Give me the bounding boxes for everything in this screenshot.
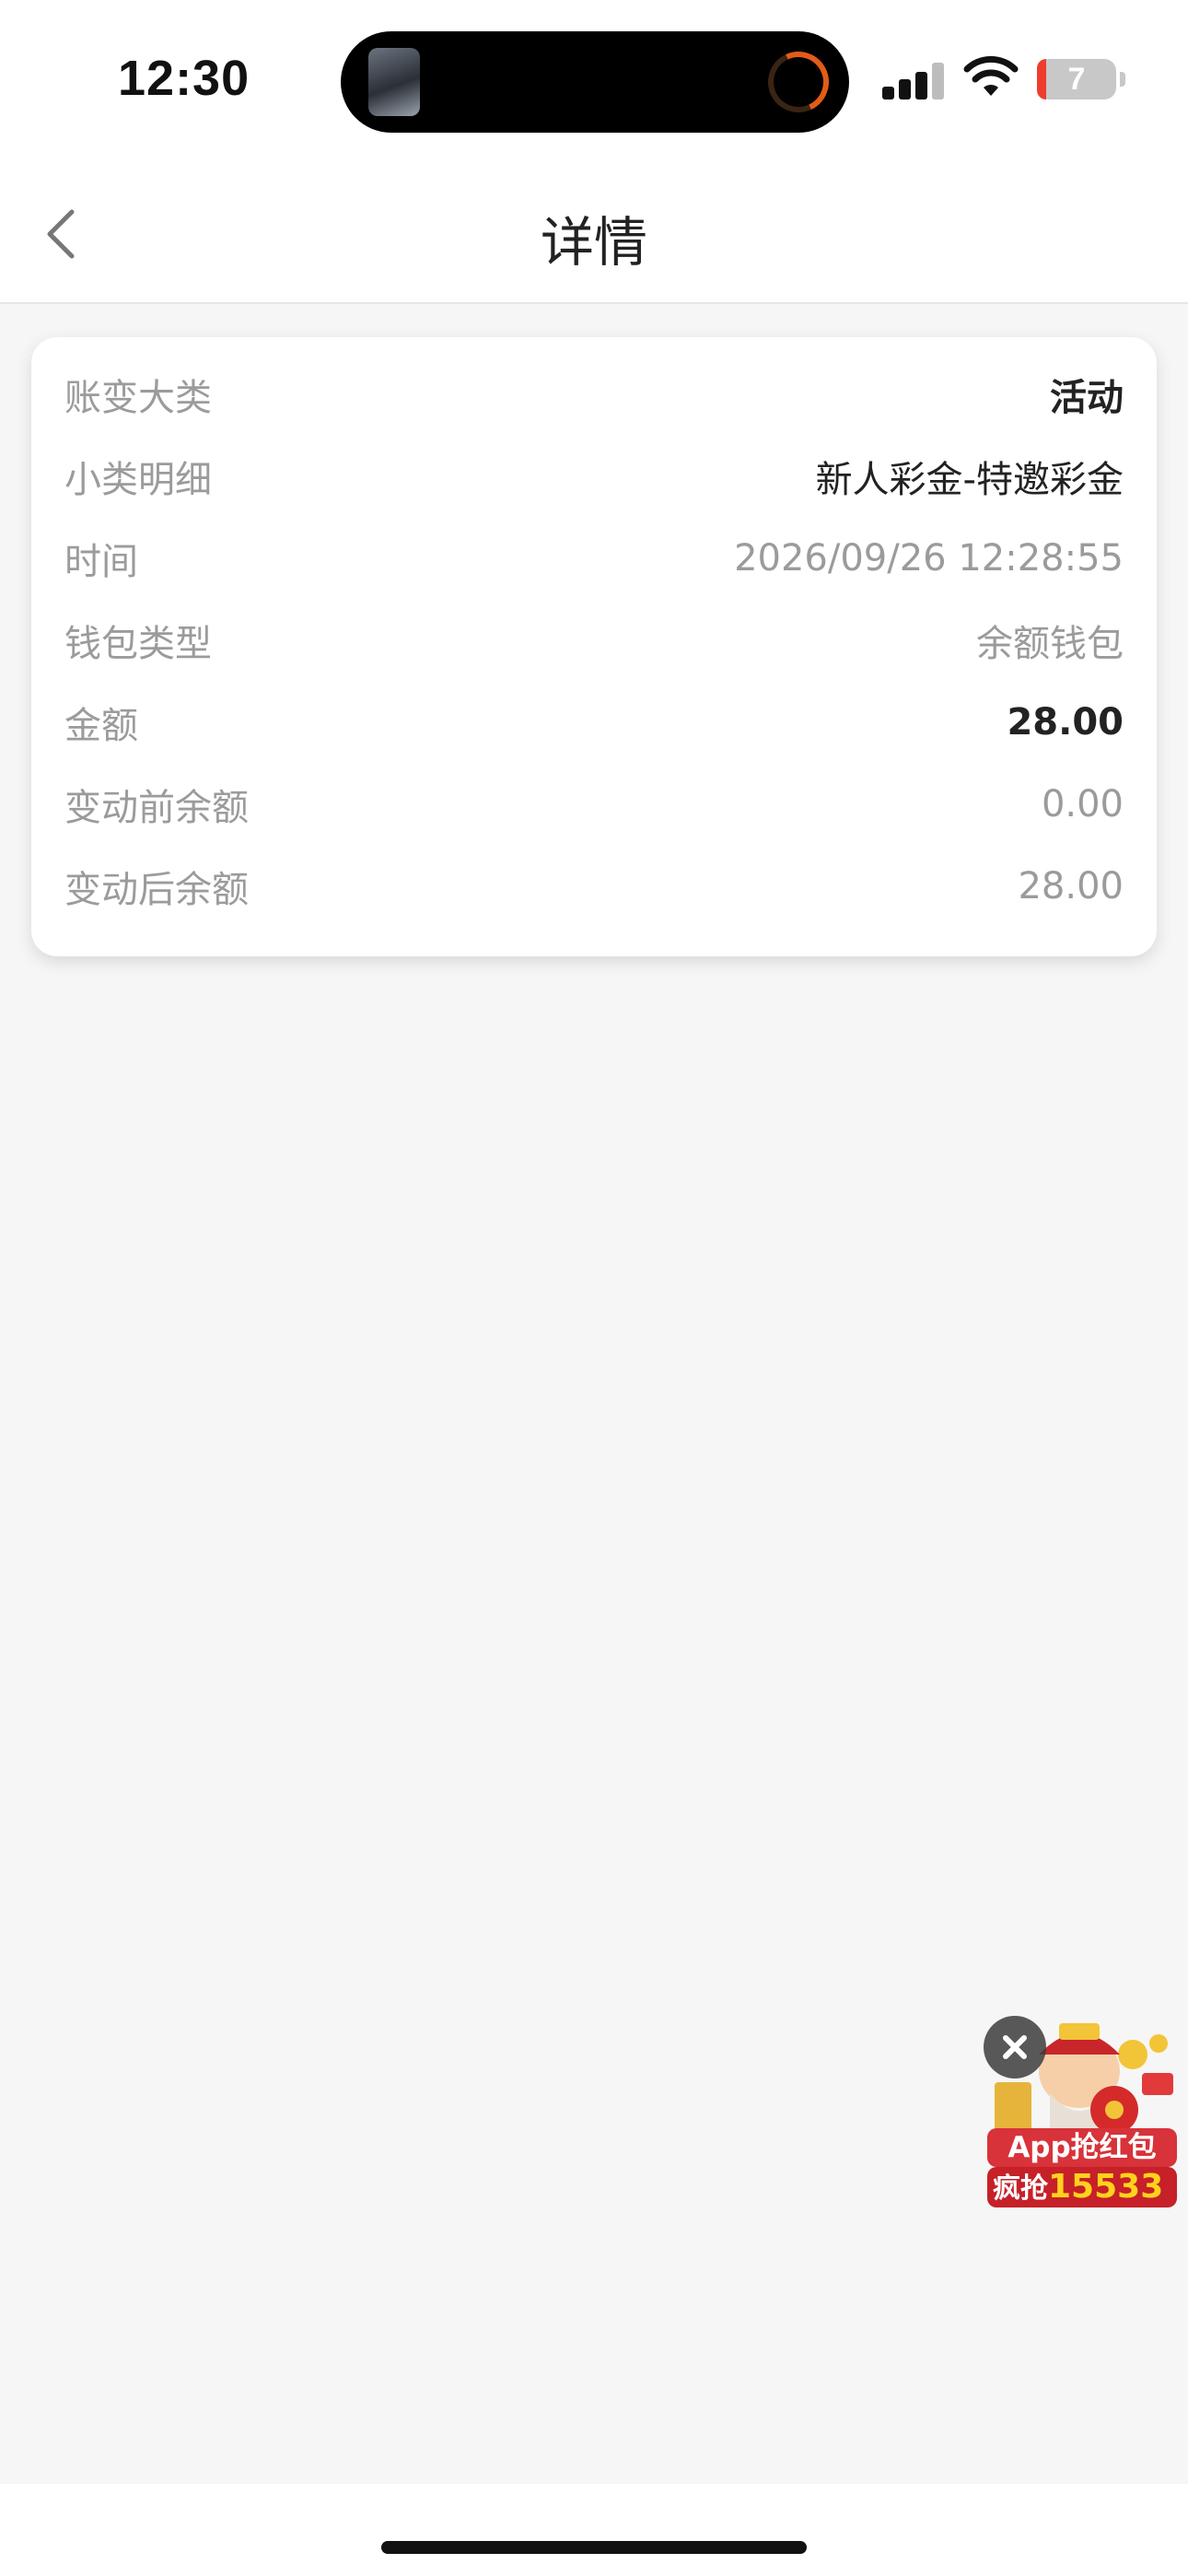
detail-row-time: 时间 2026/09/26 12:28:55 (64, 521, 1124, 595)
detail-row-wallet-type: 钱包类型 余额钱包 (64, 603, 1124, 677)
promo-counter-label: 疯抢 (993, 2172, 1048, 2205)
promo-counter: 疯抢15533 (987, 2167, 1177, 2207)
activity-ring-icon (759, 42, 838, 122)
promo-title: App抢红包 (987, 2128, 1177, 2167)
row-value: 余额钱包 (976, 623, 1124, 665)
home-indicator[interactable] (381, 2541, 807, 2554)
row-value: 0.00 (1041, 783, 1124, 825)
detail-row-balance-before: 变动前余额 0.00 (64, 767, 1124, 841)
row-label: 金额 (64, 705, 138, 747)
close-icon (1003, 2035, 1027, 2059)
detail-row-category: 账变大类 活动 (64, 357, 1124, 431)
now-playing-thumbnail (368, 48, 420, 116)
status-time: 12:30 (118, 51, 250, 106)
row-label: 变动后余额 (64, 869, 249, 911)
row-value: 新人彩金-特邀彩金 (815, 459, 1124, 501)
battery-icon: 7 (1037, 59, 1116, 100)
nav-bar: 详情 (0, 157, 1188, 304)
row-label: 变动前余额 (64, 787, 249, 829)
dynamic-island (341, 31, 849, 133)
row-label: 钱包类型 (64, 623, 212, 665)
page-title: 详情 (540, 211, 647, 274)
battery-cap (1120, 72, 1125, 87)
wifi-icon (963, 55, 1019, 96)
battery-level: 7 (1067, 62, 1086, 97)
detail-row-subcategory: 小类明细 新人彩金-特邀彩金 (64, 439, 1124, 513)
row-value: 2026/09/26 12:28:55 (734, 537, 1124, 580)
promo-red-packet-widget[interactable]: App抢红包 疯抢15533 (976, 2008, 1179, 2211)
promo-close-button[interactable] (984, 2016, 1046, 2078)
status-bar: 12:30 7 (0, 0, 1188, 157)
row-label: 账变大类 (64, 377, 212, 419)
promo-counter-number: 15533 (1048, 2168, 1164, 2206)
bottom-safe-area (0, 2484, 1188, 2576)
detail-row-amount: 金额 28.00 (64, 685, 1124, 759)
row-value: 28.00 (1018, 865, 1124, 907)
row-value: 活动 (1050, 377, 1124, 419)
detail-card: 账变大类 活动 小类明细 新人彩金-特邀彩金 时间 2026/09/26 12:… (31, 337, 1157, 956)
row-value: 28.00 (1007, 701, 1124, 744)
row-label: 小类明细 (64, 459, 212, 501)
detail-row-balance-after: 变动后余额 28.00 (64, 849, 1124, 923)
row-label: 时间 (64, 541, 138, 583)
signal-icon (882, 63, 945, 100)
